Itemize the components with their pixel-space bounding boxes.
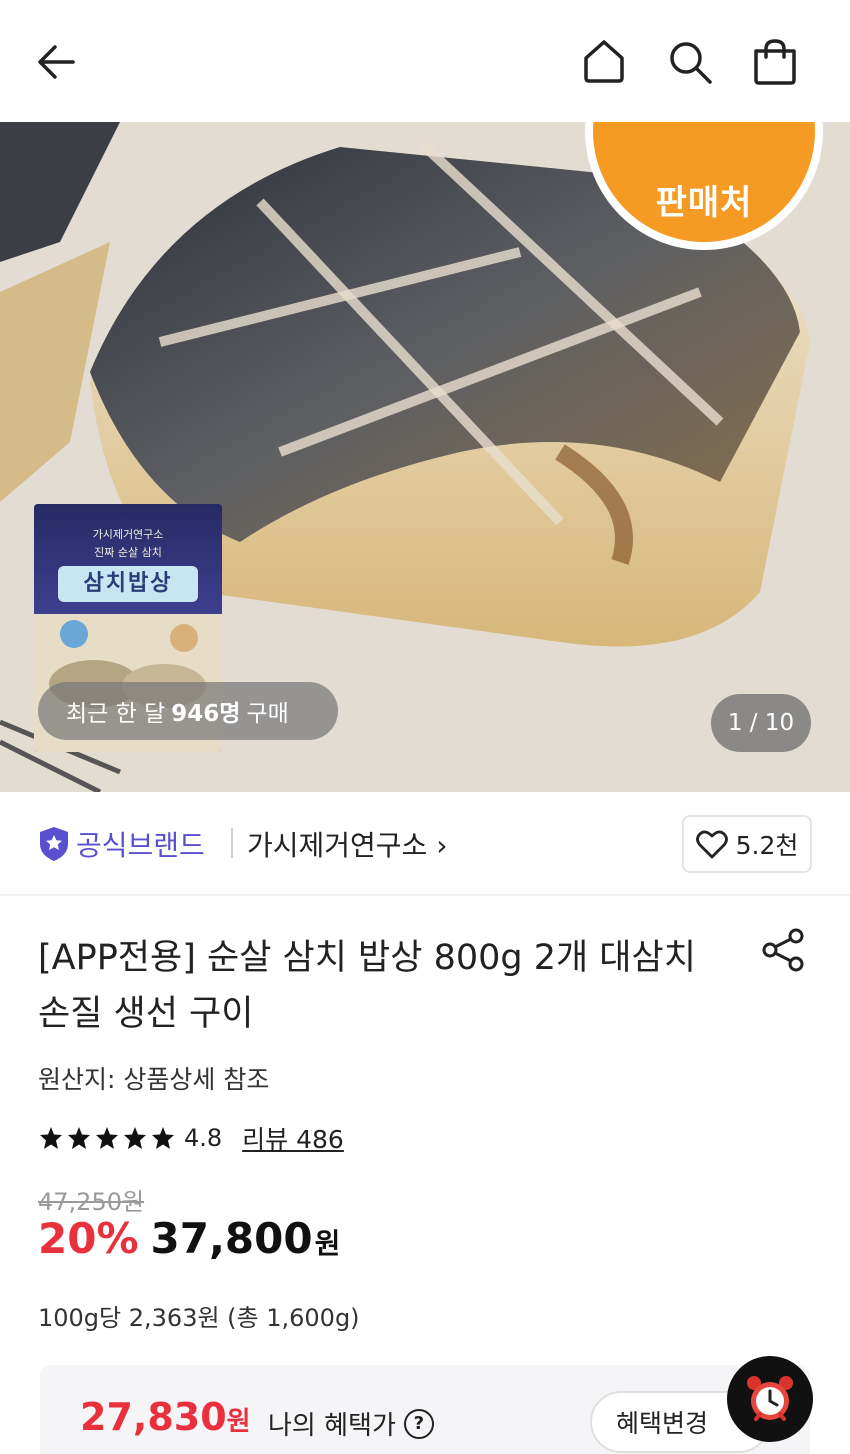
brand-divider — [231, 828, 233, 858]
price-row: 20% 37,800 원 — [38, 1214, 340, 1263]
alarm-button[interactable] — [727, 1356, 813, 1442]
review-link[interactable]: 리뷰 486 — [242, 1120, 344, 1156]
unit-price: 100g당 2,363원 (총 1,600g) — [38, 1304, 360, 1332]
recent-purchase-pill: 최근 한 달 946명 구매 — [38, 682, 338, 740]
star-icon — [40, 1127, 62, 1149]
benefit-label: 나의 혜택가 ? — [268, 1405, 434, 1442]
package-title: 삼치밥상 — [58, 566, 198, 602]
search-icon — [670, 42, 712, 84]
product-title: [APP전용] 순살 삼치 밥상 800g 2개 대삼치 손질 생선 구이 — [38, 938, 696, 1034]
share-button[interactable] — [756, 922, 812, 978]
product-image-carousel[interactable]: 판매처 가시제거연구소 진짜 순살 삼치 삼치밥상 최근 한 달 946명 구매… — [0, 122, 850, 792]
package-subtitle: 진짜 순살 삼치 — [94, 546, 162, 559]
home-icon — [584, 40, 624, 83]
official-brand-badge: 공식브랜드 — [38, 826, 205, 862]
benefit-label-text: 나의 혜택가 — [268, 1411, 396, 1441]
alarm-clock-icon — [747, 1376, 793, 1421]
benefit-price-box: 27,830원 나의 혜택가 ? 혜택변경 — [40, 1365, 810, 1454]
star-icon — [152, 1127, 174, 1149]
back-button[interactable] — [28, 34, 84, 90]
heart-icon — [695, 830, 728, 859]
star-icon — [124, 1127, 146, 1149]
star-icon — [68, 1127, 90, 1149]
home-button[interactable] — [576, 34, 632, 90]
star-rating — [38, 1126, 176, 1150]
benefit-price: 27,830원 — [80, 1395, 251, 1439]
rating-score: 4.8 — [184, 1124, 223, 1152]
shield-star-icon — [40, 827, 68, 861]
shopping-bag-icon — [754, 39, 796, 85]
discount-rate: 20% — [38, 1214, 139, 1263]
brand-row: 공식브랜드 가시제거연구소 › 5.2천 — [0, 792, 850, 896]
origin-info: 원산지: 상품상세 참조 — [38, 1065, 270, 1094]
rating-row: 4.8 리뷰 486 — [38, 1120, 344, 1156]
benefit-price-unit: 원 — [226, 1407, 251, 1437]
cart-button[interactable] — [747, 34, 803, 90]
like-button[interactable]: 5.2천 — [682, 815, 812, 873]
brand-store-link[interactable]: 가시제거연구소 › — [247, 824, 447, 864]
star-icon — [96, 1127, 118, 1149]
help-icon[interactable]: ? — [403, 1408, 434, 1439]
recent-count: 946명 — [171, 701, 241, 727]
recent-prefix: 최근 한 달 — [66, 701, 166, 727]
seller-badge-label: 판매처 — [655, 183, 753, 223]
image-counter: 1 / 10 — [711, 694, 811, 752]
like-count: 5.2천 — [735, 831, 799, 860]
arrow-left-icon — [38, 45, 75, 79]
benefit-price-value: 27,830 — [80, 1395, 227, 1439]
original-price: 47,250원 — [38, 1188, 145, 1216]
price-unit: 원 — [314, 1227, 341, 1260]
package-brand: 가시제거연구소 — [92, 528, 164, 541]
recent-suffix: 구매 — [246, 701, 289, 727]
sale-price: 37,800 — [150, 1214, 313, 1263]
share-icon — [762, 928, 804, 972]
official-brand-label: 공식브랜드 — [76, 829, 205, 862]
top-app-bar — [0, 0, 850, 122]
search-button[interactable] — [662, 34, 718, 90]
